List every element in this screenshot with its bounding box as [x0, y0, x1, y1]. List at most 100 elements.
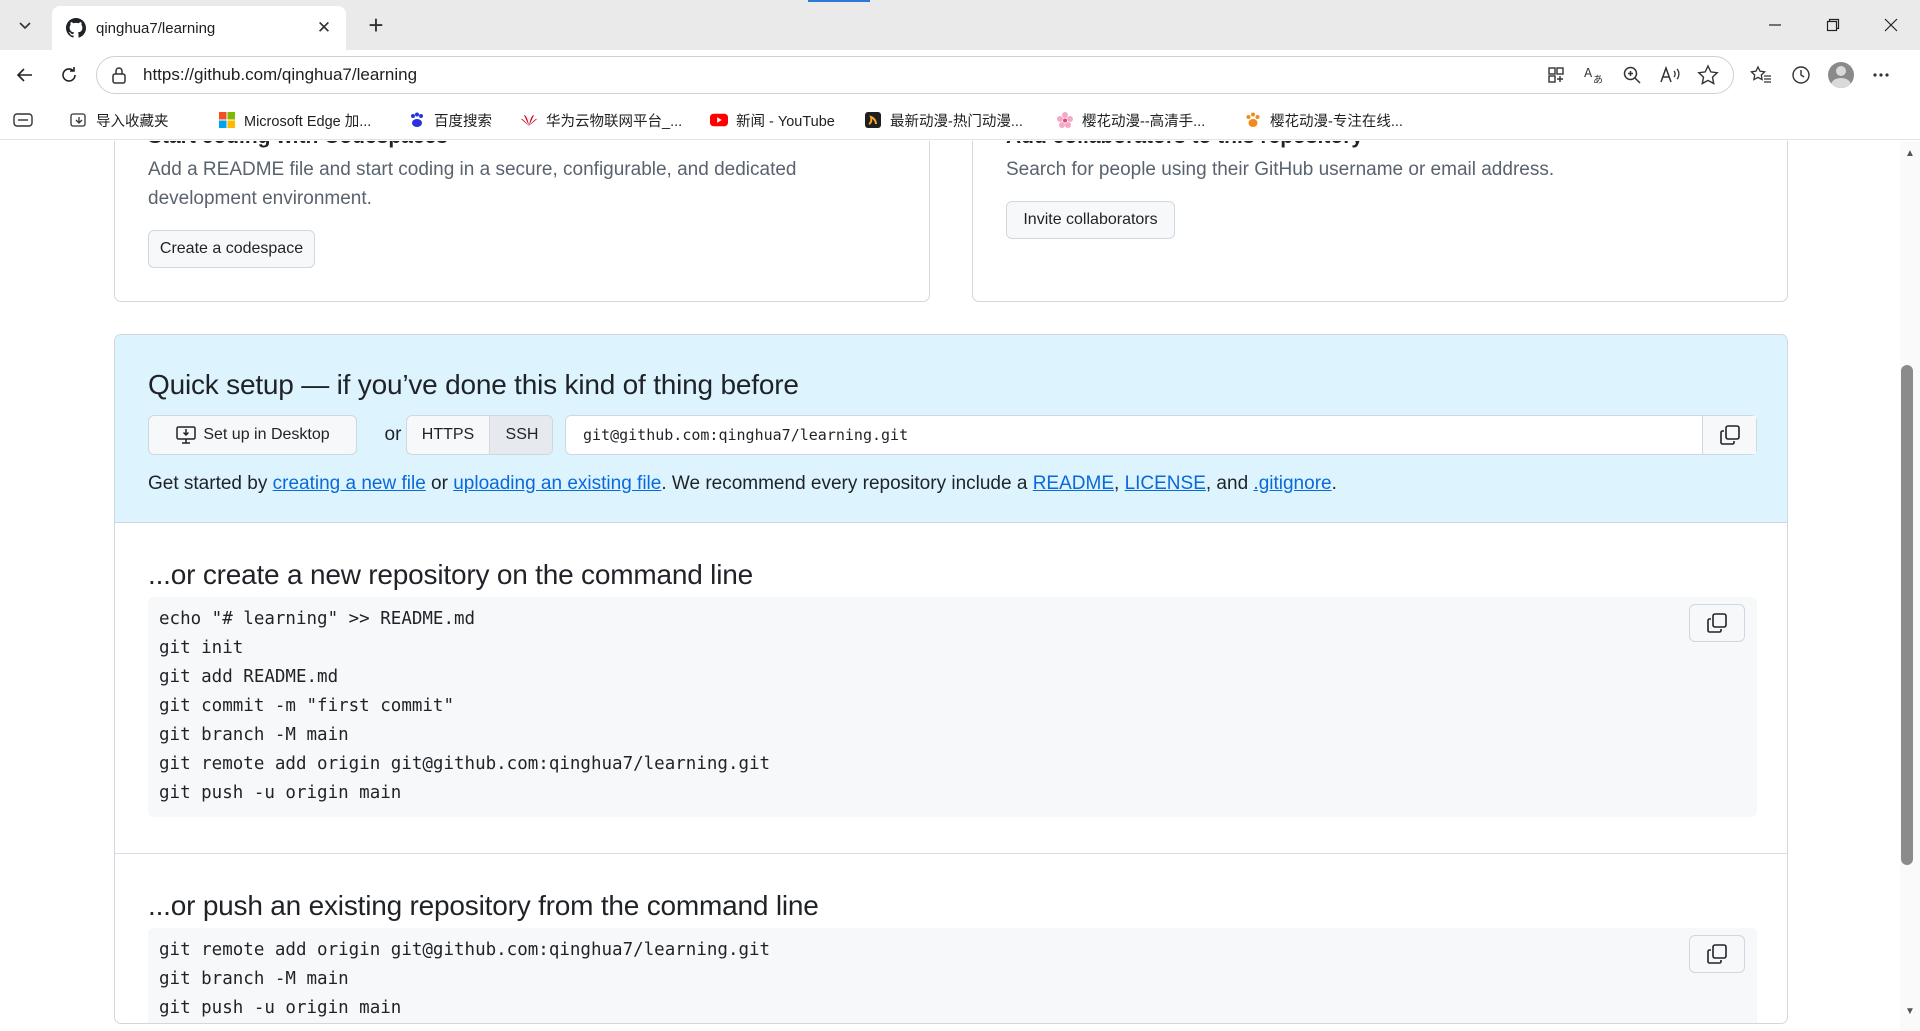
uploading-existing-file-link[interactable]: uploading an existing file: [453, 473, 661, 494]
copy-create-commands-button[interactable]: [1689, 604, 1745, 642]
tab-bar: qinghua7/learning ✕ +: [0, 0, 1920, 50]
favorites-button[interactable]: [1744, 58, 1778, 92]
copy-push-commands-button[interactable]: [1689, 935, 1745, 973]
intro-text: .: [1331, 473, 1337, 494]
sakura-flower-icon: [1056, 111, 1074, 129]
bookmark-item[interactable]: 导入收藏夹: [70, 100, 169, 140]
read-aloud-icon: [1660, 65, 1680, 83]
read-aloud-button[interactable]: [1655, 60, 1685, 90]
codespaces-card: Start coding with Codespaces Add a READM…: [114, 141, 930, 302]
app-available-button[interactable]: [1541, 60, 1571, 90]
back-arrow-icon: [16, 68, 32, 82]
page-scrollbar-thumb[interactable]: [1901, 365, 1913, 865]
code-line: git add README.md: [159, 667, 339, 687]
desktop-download-icon: [176, 426, 197, 444]
gitignore-link[interactable]: .gitignore: [1253, 473, 1331, 494]
profile-button[interactable]: [1824, 58, 1858, 92]
favorites-bar-toggle[interactable]: [12, 100, 34, 140]
code-line: git branch -M main: [159, 725, 349, 745]
address-bar-tools: Aあ: [1541, 57, 1723, 93]
scroll-down-arrow-icon[interactable]: ▼: [1900, 1006, 1920, 1024]
code-line: git push -u origin main: [159, 783, 402, 803]
history-button[interactable]: [1784, 58, 1818, 92]
favorites-list-icon: [1750, 65, 1771, 83]
invite-collaborators-button[interactable]: Invite collaborators: [1006, 201, 1175, 239]
bookmark-item[interactable]: 新闻 - YouTube: [710, 100, 835, 140]
collaborators-title: Add collaborators to this repository: [1006, 141, 1363, 149]
clone-url-text: git@github.com:qinghua7/learning.git: [583, 426, 909, 444]
intro-text: ,: [1114, 473, 1125, 494]
paw-icon: [1244, 111, 1262, 129]
tab-close-icon[interactable]: ✕: [314, 18, 334, 38]
intro-text: or: [425, 473, 454, 494]
baidu-paw-icon: [408, 111, 426, 129]
readme-link[interactable]: README: [1033, 473, 1114, 494]
code-line: git remote add origin git@github.com:qin…: [159, 754, 771, 774]
huawei-logo-icon: [520, 111, 538, 129]
bookmark-label: 华为云物联网平台_...: [546, 113, 683, 130]
address-bar[interactable]: https://github.com/qinghua7/learning Aあ: [96, 56, 1734, 94]
more-horizontal-icon: [1873, 73, 1889, 77]
bookmark-label: 新闻 - YouTube: [736, 113, 835, 130]
collaborators-description: Search for people using their GitHub use…: [1006, 159, 1555, 180]
clone-url-input[interactable]: git@github.com:qinghua7/learning.git: [565, 415, 1757, 455]
intro-text: Get started by: [148, 473, 273, 494]
restore-button[interactable]: [1804, 0, 1862, 50]
bookmark-label: Microsoft Edge 加...: [244, 113, 372, 130]
code-line: git init: [159, 638, 244, 658]
copy-icon: [1719, 425, 1740, 445]
copy-clone-url-button[interactable]: [1702, 416, 1756, 454]
apps-grid-icon: [1548, 67, 1564, 83]
close-window-button[interactable]: [1862, 0, 1920, 50]
svg-text:A: A: [1584, 66, 1593, 80]
new-tab-button[interactable]: +: [360, 10, 392, 42]
protocol-toggle: HTTPS SSH: [406, 415, 553, 455]
license-link[interactable]: LICENSE: [1125, 473, 1206, 494]
code-line: git commit -m "first commit": [159, 696, 455, 716]
bookmark-item[interactable]: 最新动漫-热门动漫...: [864, 100, 1023, 140]
browser-tab-active[interactable]: qinghua7/learning ✕: [52, 6, 346, 50]
bookmark-item[interactable]: Microsoft Edge 加...: [218, 100, 371, 140]
history-icon: [1792, 66, 1810, 84]
codespaces-description-line1: Add a README file and start coding in a …: [148, 159, 797, 180]
drag-indicator: [808, 0, 870, 2]
import-favorites-icon: [70, 111, 88, 129]
back-button[interactable]: [8, 58, 42, 92]
translate-button[interactable]: Aあ: [1579, 60, 1609, 90]
bookmark-item[interactable]: 百度搜索: [408, 100, 492, 140]
quick-setup-title: Quick setup — if you’ve done this kind o…: [148, 369, 799, 400]
ssh-tab[interactable]: SSH: [489, 416, 552, 454]
add-favorite-button[interactable]: [1693, 60, 1723, 90]
push-repo-section-title: ...or push an existing repository from t…: [148, 890, 819, 921]
minimize-button[interactable]: [1746, 0, 1804, 50]
restore-icon: [1826, 18, 1840, 32]
bookmark-item[interactable]: 樱花动漫-专注在线...: [1244, 100, 1403, 140]
bookmark-item[interactable]: 樱花动漫--高清手...: [1056, 100, 1205, 140]
bookmark-item[interactable]: 华为云物联网平台_...: [520, 100, 682, 140]
tab-actions-button[interactable]: [8, 8, 42, 42]
scroll-up-arrow-icon[interactable]: ▲: [1900, 148, 1920, 166]
https-tab[interactable]: HTTPS: [407, 416, 489, 454]
setup-in-desktop-content: Set up in Desktop: [149, 416, 356, 454]
creating-new-file-link[interactable]: creating a new file: [273, 473, 426, 494]
quick-setup-header: Quick setup — if you’ve done this kind o…: [115, 335, 1787, 523]
setup-in-desktop-button[interactable]: Set up in Desktop: [148, 415, 357, 455]
refresh-button[interactable]: [52, 58, 86, 92]
section-divider: [115, 853, 1787, 854]
youtube-logo-icon: [710, 111, 728, 129]
window-controls: [1746, 0, 1920, 50]
settings-more-button[interactable]: [1864, 58, 1898, 92]
zoom-button[interactable]: [1617, 60, 1647, 90]
favorites-bar: 导入收藏夹 Microsoft Edge 加... 百度搜索 华为云物联网平台_…: [0, 100, 1920, 140]
avatar: [1828, 62, 1854, 88]
browser-toolbar-right: [1744, 58, 1898, 92]
bookmark-label: 导入收藏夹: [96, 113, 169, 130]
intro-text: . We recommend every repository include …: [661, 473, 1033, 494]
code-line: echo "# learning" >> README.md: [159, 609, 476, 629]
create-repo-section-title: ...or create a new repository on the com…: [148, 559, 753, 590]
tab-title: qinghua7/learning: [96, 19, 216, 37]
anime-site-icon: [864, 111, 882, 129]
create-codespace-button[interactable]: Create a codespace: [148, 230, 315, 268]
bookmark-label: 百度搜索: [434, 113, 492, 130]
chevron-down-icon: [19, 22, 31, 30]
